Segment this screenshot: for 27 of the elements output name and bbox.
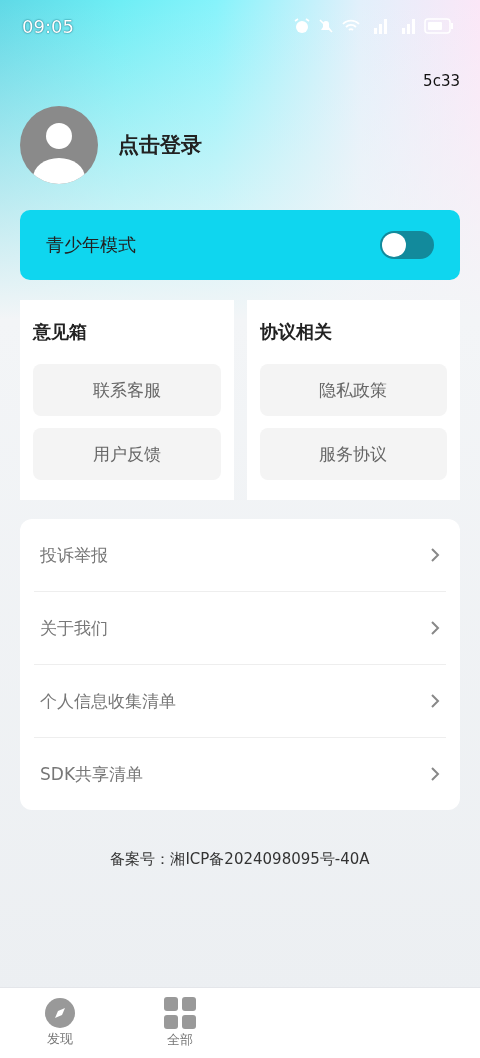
- section-title: 意见箱: [33, 320, 88, 344]
- menu-item[interactable]: SDK共享清单: [40, 762, 144, 786]
- filing-number: 备案号：湘ICP备2024098095号-40A: [110, 850, 370, 869]
- chevron-icon: [430, 693, 440, 709]
- teen-mode-label: 青少年模式: [46, 233, 136, 257]
- option-button[interactable]: 服务协议: [259, 428, 447, 480]
- wifi-icon: [342, 19, 360, 33]
- chevron-icon: [430, 547, 440, 563]
- alarm-icon: [294, 18, 310, 34]
- option-button[interactable]: 隐私政策: [259, 364, 447, 416]
- menu-item[interactable]: 个人信息收集清单: [40, 689, 176, 713]
- status-time: 09:05: [22, 15, 74, 37]
- login-link[interactable]: 点击登录: [118, 131, 202, 159]
- menu-item[interactable]: 投诉举报: [40, 543, 108, 567]
- section-title: 协议相关: [259, 320, 333, 344]
- chevron-icon: [430, 620, 440, 636]
- bell-muted-icon: [318, 18, 334, 34]
- option-button[interactable]: 用户反馈: [33, 428, 221, 480]
- menu-item[interactable]: 关于我们: [40, 616, 108, 640]
- nav-tab[interactable]: 全部: [120, 988, 240, 1058]
- version-code: 5c33: [423, 72, 460, 90]
- option-button[interactable]: 联系客服: [33, 364, 221, 416]
- nav-tab[interactable]: 发现: [0, 988, 120, 1058]
- chevron-icon: [430, 766, 440, 782]
- teen-mode-toggle[interactable]: [380, 231, 434, 259]
- grid-icon: [164, 997, 196, 1029]
- compass-icon: [45, 998, 75, 1028]
